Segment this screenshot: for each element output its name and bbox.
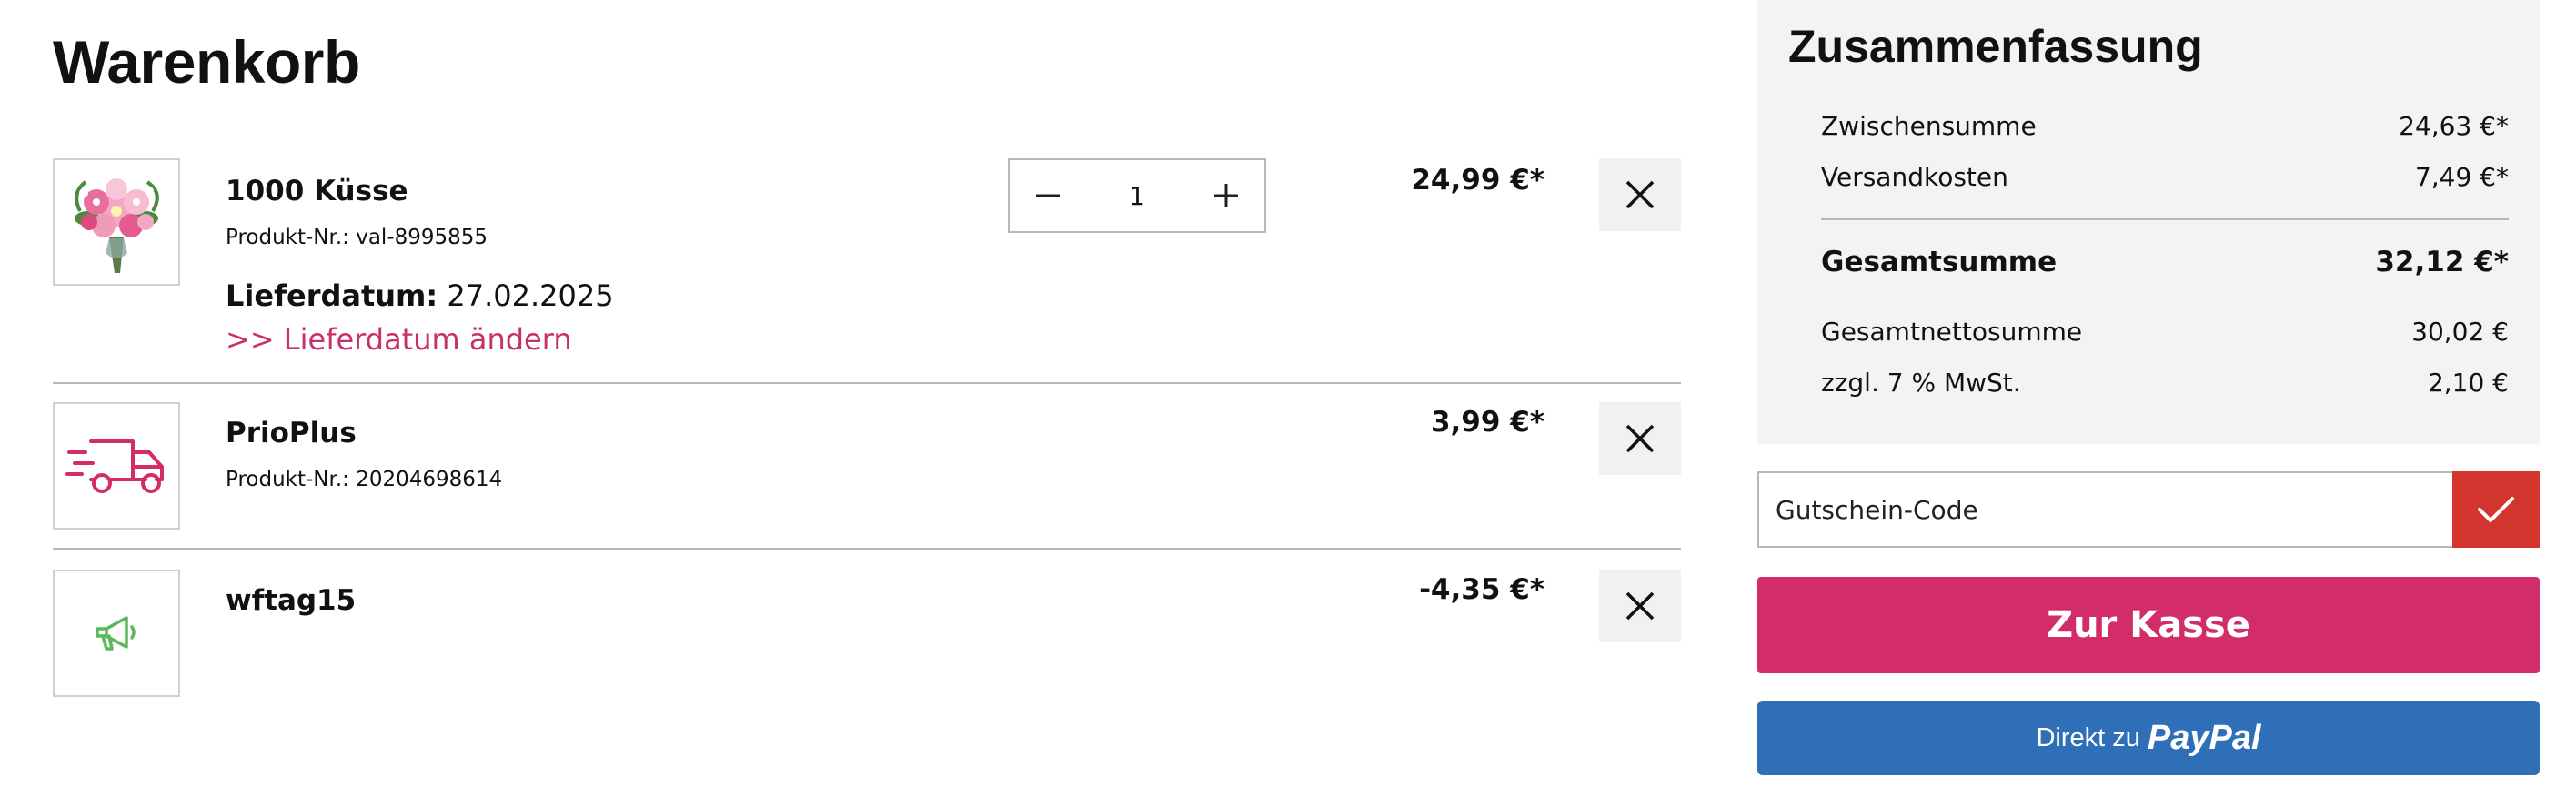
product-image[interactable] (53, 402, 180, 530)
paypal-logo: PayPal (2147, 718, 2261, 757)
divider (53, 382, 1681, 384)
quantity-stepper: 1 (1008, 158, 1266, 233)
voucher-code-input[interactable] (1759, 473, 2452, 546)
subtotal-value: 24,63 €* (2399, 111, 2509, 141)
checkmark-icon (2478, 497, 2514, 522)
product-image[interactable] (53, 570, 180, 697)
megaphone-icon (96, 616, 136, 651)
remove-voucher-button[interactable] (1599, 570, 1681, 642)
voucher-name: wftag15 (226, 584, 357, 617)
bouquet-image (75, 178, 159, 273)
vat-row: zzgl. 7 % MwSt. 2,10 € (1821, 368, 2509, 398)
item-price: -4,35 €* (1419, 573, 1545, 606)
product-number: Produkt-Nr.: 20204698614 (226, 468, 503, 491)
total-row: Gesamtsumme 32,12 €* (1821, 246, 2509, 278)
order-summary: Zusammenfassung Zwischensumme 24,63 €* V… (1757, 0, 2540, 444)
minus-icon (1036, 194, 1060, 197)
product-name[interactable]: PrioPlus (226, 417, 357, 450)
decrease-quantity-button[interactable] (1010, 160, 1086, 231)
cart-item: 1000 Küsse Produkt-Nr.: val-8995855 Lief… (53, 158, 1681, 368)
paypal-prefix: Direkt zu (2036, 722, 2140, 753)
vat-value: 2,10 € (2427, 368, 2509, 398)
quantity-value[interactable]: 1 (1086, 181, 1188, 211)
cart-item: PrioPlus Produkt-Nr.: 20204698614 3,99 €… (53, 402, 1681, 533)
shipping-label: Versandkosten (1821, 162, 2008, 192)
close-icon (1625, 180, 1655, 209)
page-title: Warenkorb (53, 28, 360, 96)
delivery-date: Lieferdatum: 27.02.2025 (226, 278, 614, 313)
voucher-form (1757, 471, 2540, 548)
shipping-value: 7,49 €* (2414, 162, 2509, 192)
net-total-label: Gesamtnettosumme (1821, 317, 2083, 347)
remove-item-button[interactable] (1599, 158, 1681, 231)
close-icon (1625, 591, 1655, 621)
subtotal-label: Zwischensumme (1821, 111, 2037, 141)
plus-icon (1214, 184, 1238, 207)
net-total-value: 30,02 € (2411, 317, 2509, 347)
total-value: 32,12 €* (2375, 246, 2509, 278)
product-image[interactable] (53, 158, 180, 286)
checkout-button[interactable]: Zur Kasse (1757, 577, 2540, 673)
product-name[interactable]: 1000 Küsse (226, 175, 408, 207)
close-icon (1625, 424, 1655, 453)
divider (53, 548, 1681, 550)
net-total-row: Gesamtnettosumme 30,02 € (1821, 317, 2509, 347)
change-delivery-date-link[interactable]: >> Lieferdatum ändern (226, 322, 572, 357)
cart-item: wftag15 -4,35 €* (53, 570, 1681, 701)
increase-quantity-button[interactable] (1188, 160, 1264, 231)
fast-delivery-truck-icon (65, 439, 164, 493)
subtotal-row: Zwischensumme 24,63 €* (1821, 111, 2509, 141)
product-number: Produkt-Nr.: val-8995855 (226, 226, 488, 249)
shipping-row: Versandkosten 7,49 €* (1821, 162, 2509, 192)
summary-title: Zusammenfassung (1788, 21, 2203, 72)
total-label: Gesamtsumme (1821, 246, 2058, 278)
item-price: 3,99 €* (1430, 406, 1545, 439)
item-price: 24,99 €* (1411, 164, 1545, 197)
remove-item-button[interactable] (1599, 402, 1681, 475)
vat-label: zzgl. 7 % MwSt. (1821, 368, 2021, 398)
apply-voucher-button[interactable] (2452, 471, 2540, 548)
delivery-date-value: 27.02.2025 (447, 278, 614, 313)
paypal-checkout-button[interactable]: Direkt zu PayPal (1757, 701, 2540, 775)
delivery-date-label: Lieferdatum: (226, 278, 438, 313)
summary-divider (1821, 218, 2509, 220)
